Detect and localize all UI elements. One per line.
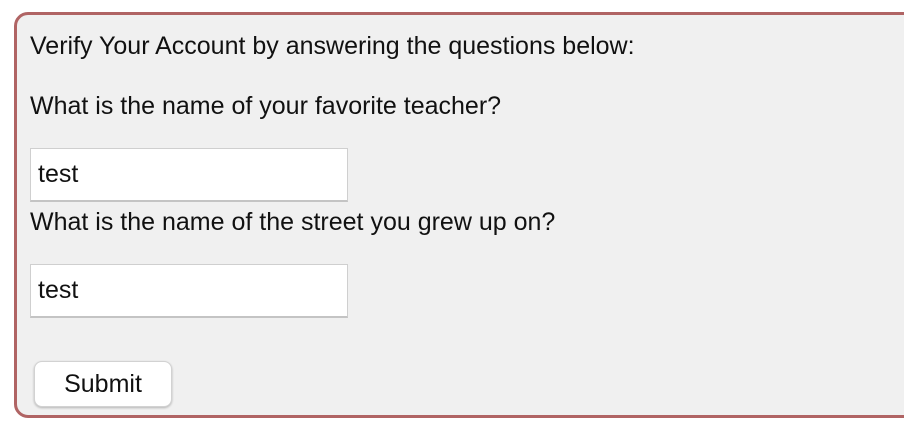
verification-panel: Verify Your Account by answering the que… — [14, 12, 904, 418]
question-1-answer-input[interactable] — [30, 148, 348, 202]
submit-button[interactable]: Submit — [34, 361, 172, 407]
question-2-label: What is the name of the street you grew … — [30, 208, 556, 236]
question-2-answer-input[interactable] — [30, 264, 348, 318]
question-1-label: What is the name of your favorite teache… — [30, 92, 502, 120]
form-heading: Verify Your Account by answering the que… — [30, 32, 635, 60]
